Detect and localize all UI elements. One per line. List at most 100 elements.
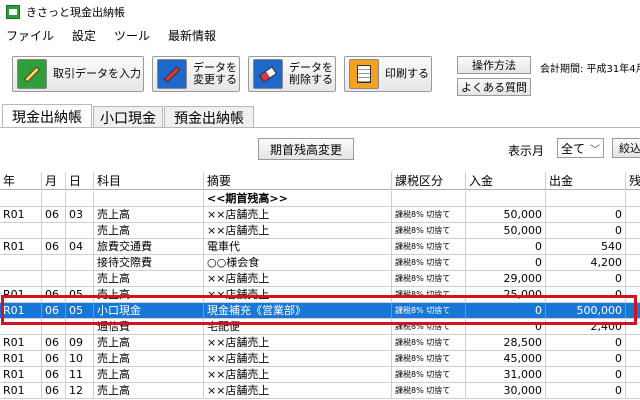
selected-row-highlight [1, 295, 637, 325]
chevron-down-icon: ﹀ [590, 145, 600, 156]
cell-month [42, 255, 66, 270]
print-button[interactable]: 印刷する [344, 56, 432, 92]
menu-settings[interactable]: 設定 [72, 27, 96, 44]
cell-tax: 課税8% 切捨て [392, 335, 466, 350]
cell-balance [626, 239, 640, 254]
cell-withdrawal: 540 [546, 239, 626, 254]
cell-year [0, 223, 42, 238]
cell-account [94, 191, 204, 206]
month-select-value: 全て [561, 141, 586, 156]
cell-account: 売上高 [94, 271, 204, 286]
cell-year [0, 191, 42, 206]
cell-deposit: 29,000 [466, 271, 546, 286]
eraser-icon [253, 59, 283, 89]
cell-account: 売上高 [94, 383, 204, 398]
opening-balance-button[interactable]: 期首残高変更 [258, 138, 354, 160]
col-deposit[interactable]: 入金 [466, 172, 546, 189]
cell-balance [626, 351, 640, 366]
cell-account: 売上高 [94, 367, 204, 382]
delete-data-label: データを 削除する [289, 61, 333, 86]
cell-day [66, 223, 94, 238]
enter-transaction-button[interactable]: 取引データを入力 [12, 56, 144, 92]
table-row[interactable]: R01 06 10 売上高 ××店舗売上 課税8% 切捨て 45,000 0 [0, 351, 640, 367]
cell-month [42, 223, 66, 238]
cell-account: 旅費交通費 [94, 239, 204, 254]
table-row[interactable]: R01 06 03 売上高 ××店舗売上 課税8% 切捨て 50,000 0 [0, 207, 640, 223]
cell-day [66, 191, 94, 206]
cell-month: 06 [42, 239, 66, 254]
table-row[interactable]: R01 06 12 売上高 ××店舗売上 課税8% 切捨て 30,000 0 [0, 383, 640, 399]
table-row[interactable]: 接待交際費 ○○様会食 課税8% 切捨て 0 4,200 [0, 255, 640, 271]
table-row[interactable]: R01 06 09 売上高 ××店舗売上 課税8% 切捨て 28,500 0 [0, 335, 640, 351]
col-tax[interactable]: 課税区分 [392, 172, 466, 189]
cell-day: 09 [66, 335, 94, 350]
cell-year: R01 [0, 383, 42, 398]
menu-file[interactable]: ファイル [6, 27, 54, 44]
menu-tools[interactable]: ツール [114, 27, 150, 44]
cell-balance [626, 223, 640, 238]
window-title: きさっと現金出納帳 [26, 6, 125, 19]
cell-balance [626, 271, 640, 286]
print-sheet-icon [349, 59, 379, 89]
month-select[interactable]: 全て ﹀ [557, 138, 604, 158]
accounting-period: 会計期間: 平成31年4月1 [540, 64, 640, 75]
cell-description: ××店舗売上 [204, 223, 392, 238]
cell-year: R01 [0, 207, 42, 222]
col-withdrawal[interactable]: 出金 [546, 172, 626, 189]
table-row[interactable]: R01 06 11 売上高 ××店舗売上 課税8% 切捨て 31,000 0 [0, 367, 640, 383]
cell-day: 11 [66, 367, 94, 382]
table-row[interactable]: <<期首残高>> [0, 191, 640, 207]
table-row[interactable]: 売上高 ××店舗売上 課税8% 切捨て 50,000 0 [0, 223, 640, 239]
cell-description: ××店舗売上 [204, 367, 392, 382]
col-balance[interactable]: 残 [626, 172, 640, 189]
cell-withdrawal: 0 [546, 351, 626, 366]
col-year[interactable]: 年 [0, 172, 42, 189]
cell-account: 接待交際費 [94, 255, 204, 270]
cell-day: 03 [66, 207, 94, 222]
cell-description: ××店舗売上 [204, 351, 392, 366]
cell-description: ××店舗売上 [204, 271, 392, 286]
cell-year: R01 [0, 239, 42, 254]
col-month[interactable]: 月 [42, 172, 66, 189]
cell-month [42, 271, 66, 286]
cell-tax [392, 191, 466, 206]
menu-bar: ファイル 設定 ツール 最新情報 [0, 24, 640, 46]
col-description[interactable]: 摘要 [204, 172, 392, 189]
col-day[interactable]: 日 [66, 172, 94, 189]
howto-button[interactable]: 操作方法 [457, 56, 531, 74]
print-label: 印刷する [385, 67, 429, 80]
cell-deposit [466, 191, 546, 206]
cell-withdrawal [546, 191, 626, 206]
cell-tax: 課税8% 切捨て [392, 223, 466, 238]
cell-deposit: 30,000 [466, 383, 546, 398]
delete-data-button[interactable]: データを 削除する [248, 56, 336, 92]
cell-withdrawal: 0 [546, 223, 626, 238]
cell-tax: 課税8% 切捨て [392, 271, 466, 286]
cell-description: ○○様会食 [204, 255, 392, 270]
tab-deposit-book[interactable]: 預金出納帳 [164, 106, 254, 128]
cell-tax: 課税8% 切捨て [392, 239, 466, 254]
edit-data-button[interactable]: データを 変更する [152, 56, 240, 92]
col-account[interactable]: 科目 [94, 172, 204, 189]
cell-day: 12 [66, 383, 94, 398]
tab-cash-book[interactable]: 現金出納帳 [2, 104, 92, 128]
table-row[interactable]: 売上高 ××店舗売上 課税8% 切捨て 29,000 0 [0, 271, 640, 287]
cell-year [0, 255, 42, 270]
cell-balance [626, 255, 640, 270]
cell-withdrawal: 0 [546, 271, 626, 286]
cell-balance [626, 207, 640, 222]
cell-month: 06 [42, 383, 66, 398]
faq-button[interactable]: よくある質問 [457, 78, 531, 96]
toolbar: 取引データを入力 データを 変更する データを 削除する 印刷する [0, 50, 640, 100]
cell-day [66, 255, 94, 270]
narrow-button[interactable]: 絞込 [612, 138, 640, 158]
cell-year: R01 [0, 335, 42, 350]
menu-news[interactable]: 最新情報 [168, 27, 216, 44]
tab-petty-cash[interactable]: 小口現金 [93, 106, 163, 128]
cell-withdrawal: 4,200 [546, 255, 626, 270]
title-bar: きさっと現金出納帳 [0, 0, 640, 24]
cell-tax: 課税8% 切捨て [392, 207, 466, 222]
table-row[interactable]: R01 06 04 旅費交通費 電車代 課税8% 切捨て 0 540 [0, 239, 640, 255]
cell-month: 06 [42, 207, 66, 222]
cell-tax: 課税8% 切捨て [392, 255, 466, 270]
